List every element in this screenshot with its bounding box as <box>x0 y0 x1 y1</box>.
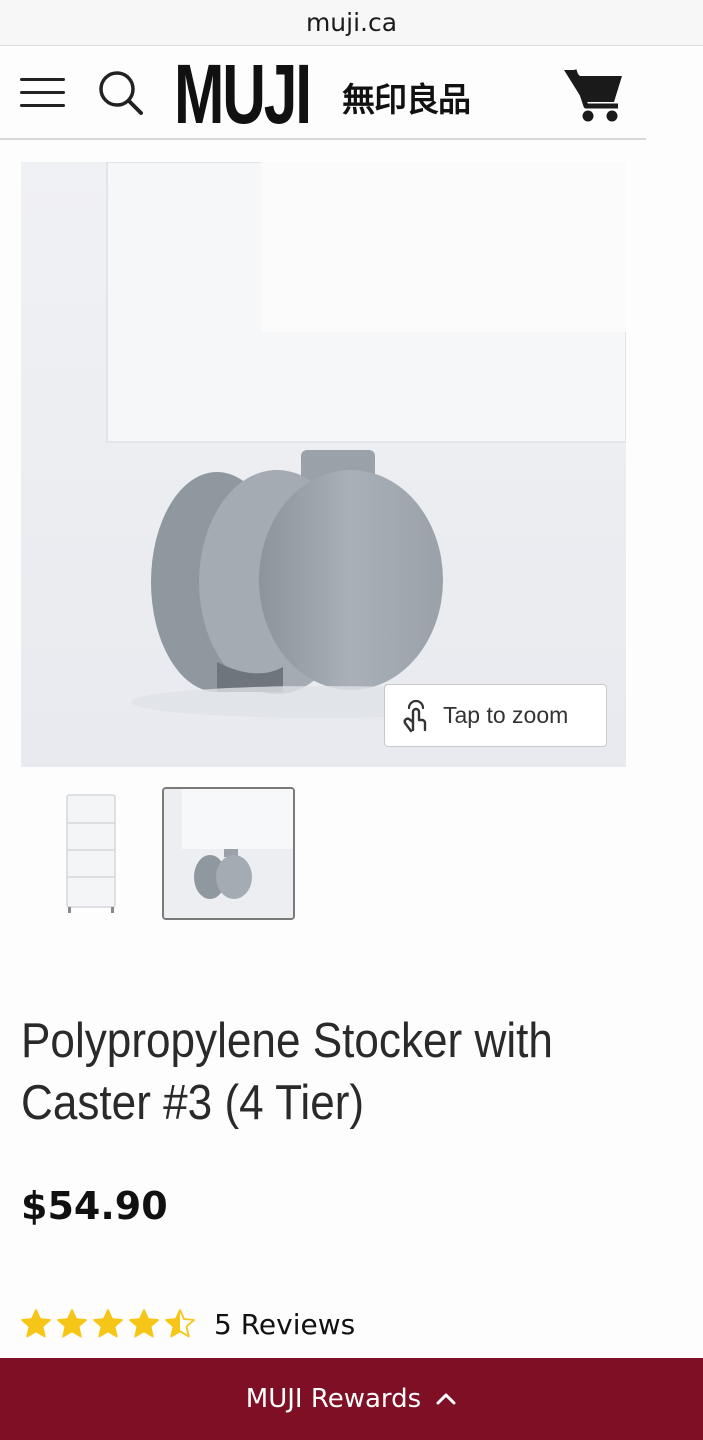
url-text: muji.ca <box>305 8 398 37</box>
caster-thumbnail <box>164 789 293 918</box>
star-icon <box>93 1309 123 1338</box>
star-icon <box>57 1309 87 1338</box>
stocker-tower-thumbnail <box>66 794 116 913</box>
reviews-link[interactable]: 5 Reviews <box>214 1308 355 1341</box>
chevron-up-icon <box>436 1393 456 1405</box>
search-icon[interactable] <box>96 68 146 116</box>
browser-url-bar[interactable]: muji.ca <box>0 0 703 46</box>
product-rating: 5 Reviews <box>20 1304 355 1344</box>
muji-logo[interactable]: MUJI 無印良品 <box>174 47 471 141</box>
caster-wheel-photo <box>21 162 626 767</box>
hamburger-menu-icon[interactable] <box>20 75 66 109</box>
tap-gesture-icon <box>403 699 427 732</box>
rating-stars <box>20 1308 196 1340</box>
product-price: $54.90 <box>21 1184 168 1228</box>
site-header: MUJI 無印良品 <box>0 46 646 140</box>
star-icon <box>165 1309 195 1338</box>
star-icon <box>21 1309 51 1338</box>
thumbnail-1[interactable] <box>25 787 158 920</box>
product-page: muji.ca MUJI 無印良品 Tap to zoom Polypropyl… <box>0 0 703 1440</box>
muji-rewards-bar[interactable]: MUJI Rewards <box>0 1358 703 1440</box>
thumbnail-2-selected[interactable] <box>162 787 295 920</box>
shopping-cart-icon[interactable] <box>562 64 624 124</box>
product-title: Polypropylene Stocker with Caster #3 (4 … <box>21 1014 553 1130</box>
tap-to-zoom-button[interactable]: Tap to zoom <box>384 684 607 747</box>
star-icon <box>129 1309 159 1338</box>
logo-japanese: 無印良品 <box>342 80 471 119</box>
tap-to-zoom-label: Tap to zoom <box>443 702 569 728</box>
logo-wordmark: MUJI <box>174 47 312 141</box>
product-main-image[interactable]: Tap to zoom <box>21 162 626 767</box>
rewards-label: MUJI Rewards <box>245 1384 422 1414</box>
